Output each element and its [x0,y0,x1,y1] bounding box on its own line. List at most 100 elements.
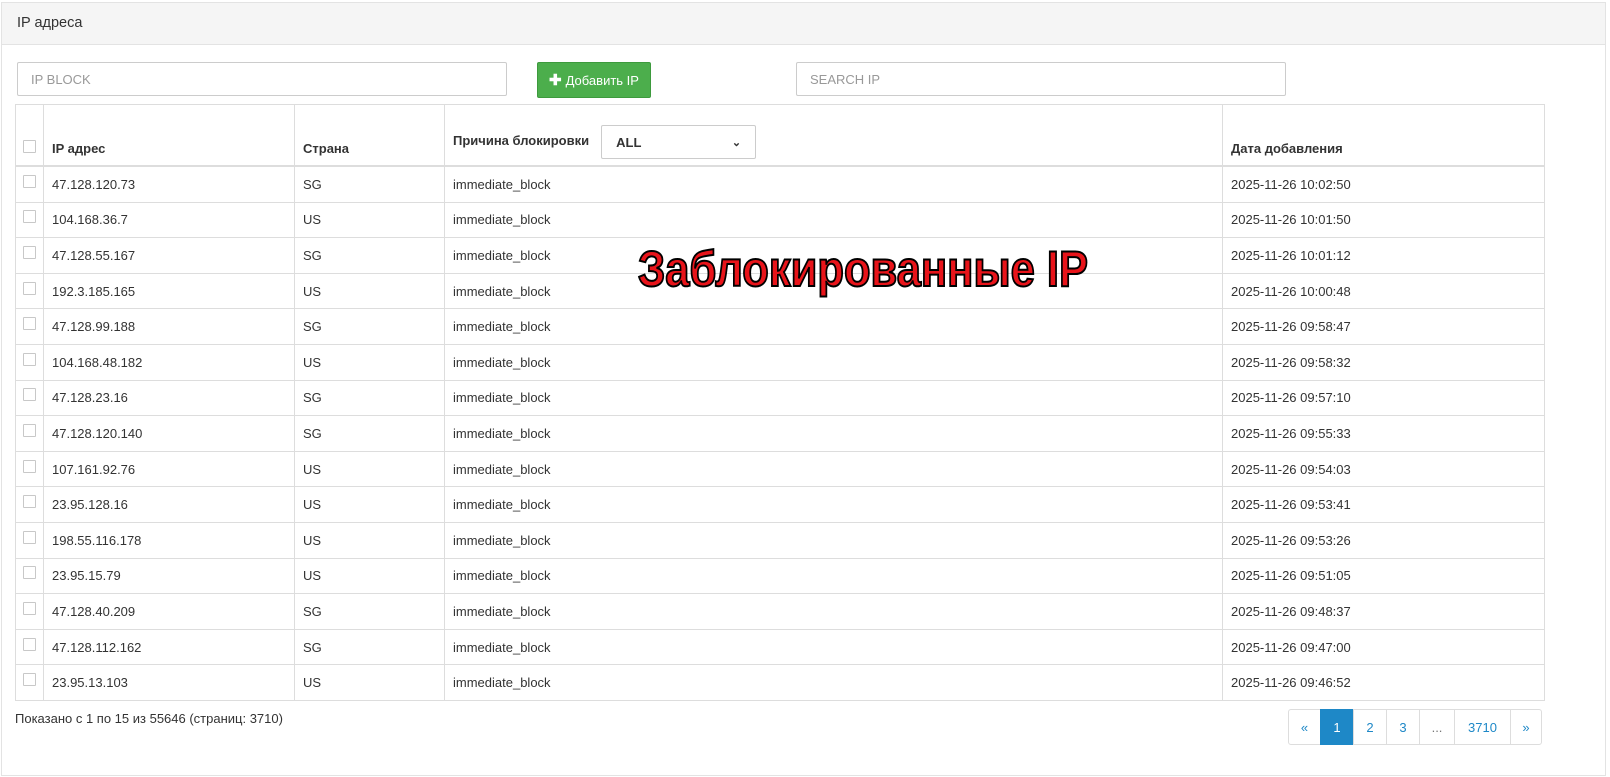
row-checkbox[interactable] [23,317,36,331]
cell-ip: 47.128.120.73 [43,165,295,203]
select-all-cell [15,104,44,167]
row-checkbox[interactable] [23,174,36,188]
cell-date: 2025-11-26 09:53:41 [1222,486,1545,523]
cell-ip: 47.128.23.16 [43,379,295,417]
pagination: «1 2 3... 3710» [1288,709,1542,745]
cell-ip: 47.128.99.188 [43,308,295,345]
table-row[interactable]: 47.128.112.162 SG immediate_block 2025-11-2… [15,628,1545,666]
reason-filter-value: ALL [616,134,642,150]
cell-reason: immediate_block [444,415,1223,452]
pagination-page[interactable]: 2 [1353,709,1387,745]
cell-country: SG [294,415,445,452]
table-row[interactable]: 198.55.116.178 US immediate_block 2025-11-2… [15,521,1545,559]
cell-reason: immediate_block [444,450,1223,488]
row-checkbox-cell [15,201,44,239]
table-row[interactable]: 107.161.92.76 US immediate_block 2025-11-26… [15,450,1545,488]
table-row[interactable]: 47.128.55.167 SG immediate_block 2025-11-26… [15,237,1545,274]
row-checkbox[interactable] [23,495,36,509]
table-row[interactable]: 47.128.23.16 SG immediate_block 2025-11-26 … [15,379,1545,417]
row-checkbox[interactable] [23,673,36,687]
row-checkbox[interactable] [23,459,36,473]
pagination-next[interactable]: » [1510,709,1542,745]
row-checkbox-cell [15,664,44,701]
table-row[interactable]: 192.3.185.165 US immediate_block 2025-11-26… [15,272,1545,310]
cell-reason: immediate_block [444,628,1223,666]
cell-country: US [294,486,445,523]
cell-ip: 104.168.48.182 [43,343,295,381]
row-checkbox-cell [15,379,44,417]
row-checkbox[interactable] [23,423,36,437]
cell-country: US [294,272,445,310]
reason-filter-select[interactable]: ALL ⌄ [601,125,757,159]
table-body: 47.128.120.73 SG immediate_block 2025-11-26… [15,165,1545,701]
pagination-page: ... [1419,709,1455,745]
table-row[interactable]: 104.168.36.7 US immediate_block 2025-11-26 … [15,201,1545,239]
search-ip-input[interactable] [796,62,1286,96]
cell-reason: immediate_block [444,272,1223,310]
row-checkbox[interactable] [23,210,36,224]
cell-ip: 192.3.185.165 [43,272,295,310]
pagination-prev[interactable]: « [1288,709,1321,745]
cell-date: 2025-11-26 09:53:26 [1222,521,1545,559]
table-row[interactable]: 47.128.99.188 SG immediate_block 2025-11-26… [15,308,1545,345]
cell-ip: 47.128.120.140 [43,415,295,452]
pagination-info: Показано с 1 по 15 из 55646 (страниц: 37… [15,711,283,726]
row-checkbox[interactable] [23,281,36,295]
cell-date: 2025-11-26 10:01:50 [1222,201,1545,239]
row-checkbox[interactable] [23,637,36,651]
cell-country: SG [294,237,445,274]
pagination-page[interactable]: 3710 [1454,709,1511,745]
table-row[interactable]: 47.128.120.73 SG immediate_block 2025-11-26… [15,165,1545,203]
row-checkbox[interactable] [23,530,36,544]
cell-date: 2025-11-26 09:47:00 [1222,628,1545,666]
cell-date: 2025-11-26 10:02:50 [1222,165,1545,203]
cell-country: SG [294,379,445,417]
cell-reason: immediate_block [444,201,1223,239]
header-reason-label: Причина блокировки [453,133,590,148]
row-checkbox-cell [15,450,44,488]
row-checkbox[interactable] [23,566,36,580]
pagination-page[interactable]: 1 [1320,709,1354,745]
table-header-row: IP адрес Страна Причина блокировки ALL ⌄… [15,104,1545,167]
cell-date: 2025-11-26 09:54:03 [1222,450,1545,488]
cell-reason: immediate_block [444,593,1223,630]
row-checkbox[interactable] [23,245,36,259]
cell-date: 2025-11-26 09:58:32 [1222,343,1545,381]
table-row[interactable]: 23.95.13.103 US immediate_block 2025-11-26 … [15,664,1545,701]
header-ip[interactable]: IP адрес [43,104,295,167]
header-country[interactable]: Страна [294,104,445,167]
select-all-checkbox[interactable] [23,140,36,153]
row-checkbox-cell [15,165,44,203]
cell-ip: 23.95.13.103 [43,664,295,701]
cell-ip: 23.95.128.16 [43,486,295,523]
cell-date: 2025-11-26 09:46:52 [1222,664,1545,701]
cell-date: 2025-11-26 10:00:48 [1222,272,1545,310]
chevron-down-icon: ⌄ [731,136,742,149]
header-date[interactable]: Дата добавления [1222,104,1545,167]
table-row[interactable]: 47.128.40.209 SG immediate_block 2025-11-26… [15,593,1545,630]
row-checkbox[interactable] [23,601,36,615]
cell-reason: immediate_block [444,521,1223,559]
table-row[interactable]: 104.168.48.182 US immediate_block 2025-11-2… [15,343,1545,381]
row-checkbox[interactable] [23,352,36,366]
cell-ip: 47.128.112.162 [43,628,295,666]
cell-ip: 23.95.15.79 [43,557,295,595]
pagination-page[interactable]: 3 [1386,709,1420,745]
row-checkbox-cell [15,272,44,310]
blocked-ip-table: IP адрес Страна Причина блокировки ALL ⌄… [15,104,1545,701]
cell-date: 2025-11-26 09:57:10 [1222,379,1545,417]
cell-country: SG [294,628,445,666]
table-row[interactable]: 23.95.15.79 US immediate_block 2025-11-26 0… [15,557,1545,595]
table-row[interactable]: 23.95.128.16 US immediate_block 2025-11-26 … [15,486,1545,523]
cell-reason: immediate_block [444,237,1223,274]
row-checkbox[interactable] [23,388,36,402]
ip-block-input[interactable] [17,62,507,96]
cell-ip: 198.55.116.178 [43,521,295,559]
row-checkbox-cell [15,486,44,523]
cell-reason: immediate_block [444,308,1223,345]
add-ip-button[interactable]: ✚ Добавить IP [537,62,651,98]
row-checkbox-cell [15,628,44,666]
add-ip-button-label: Добавить IP [565,72,639,88]
table-row[interactable]: 47.128.120.140 SG immediate_block 2025-11-2… [15,415,1545,452]
cell-reason: immediate_block [444,343,1223,381]
